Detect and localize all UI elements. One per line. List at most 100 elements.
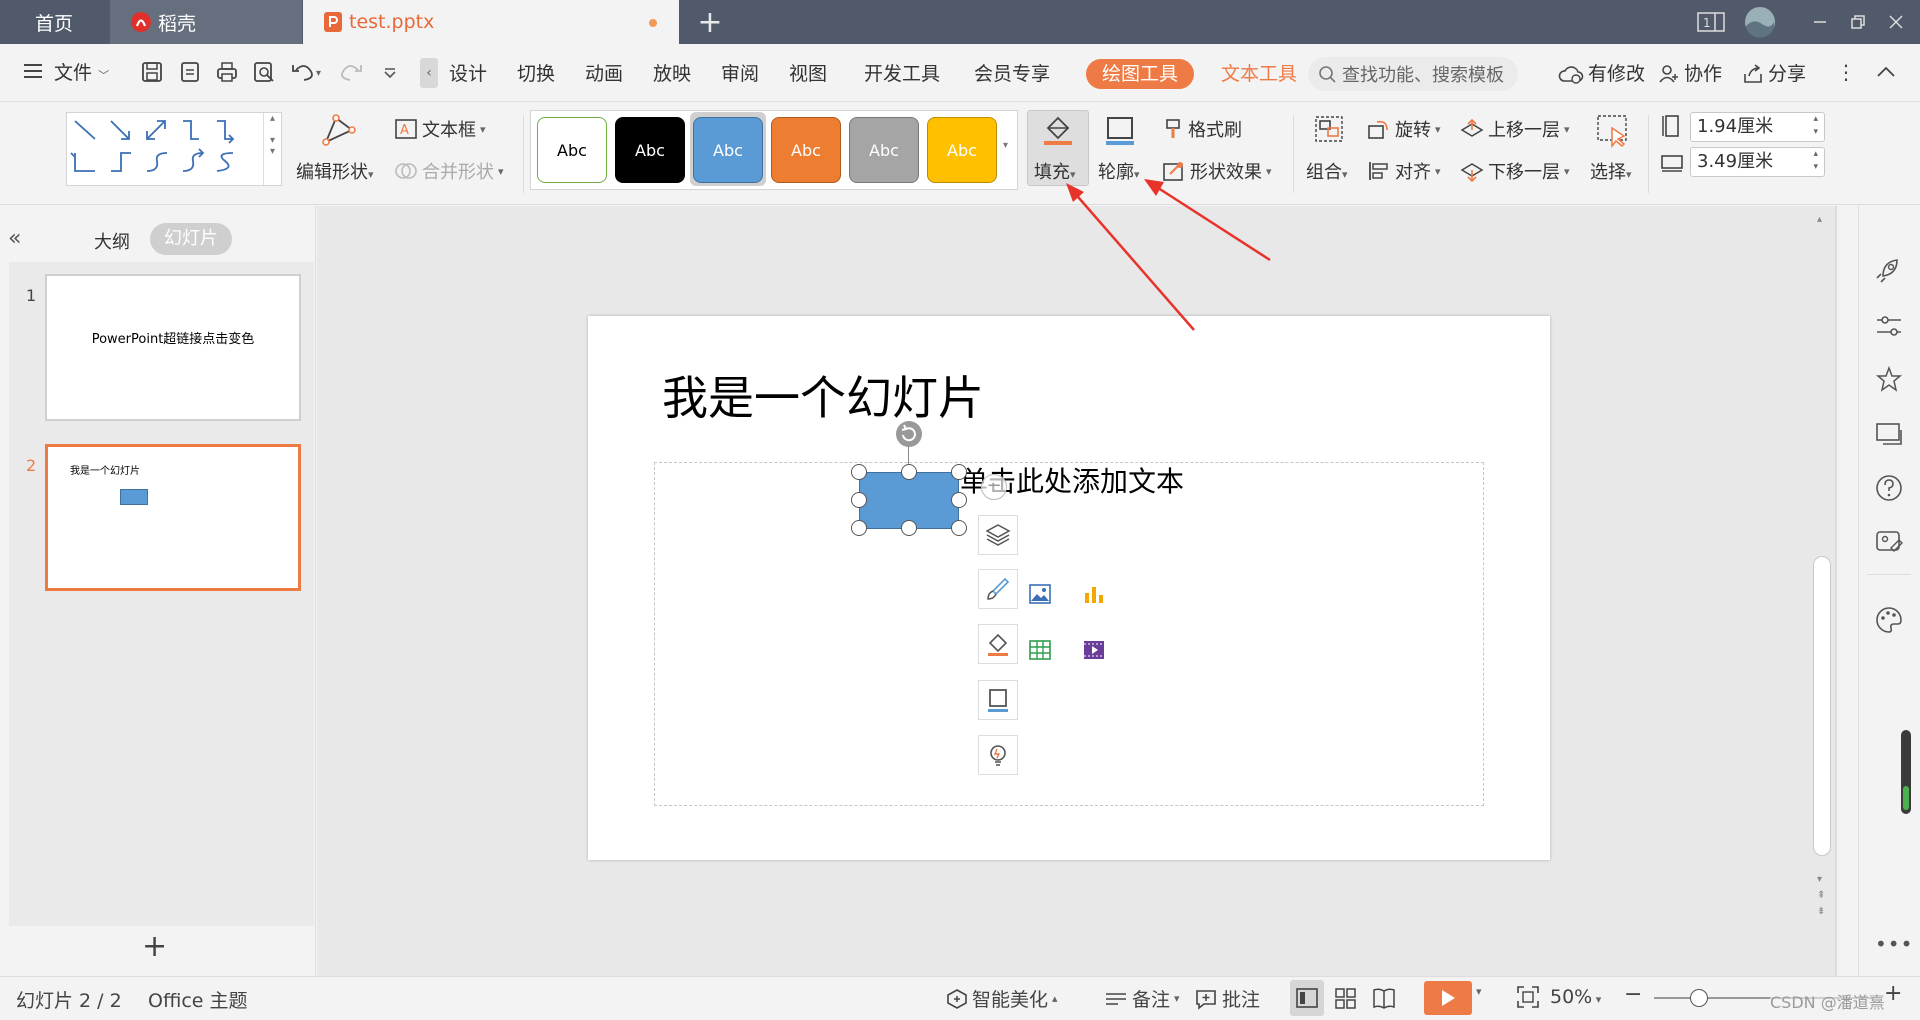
brush-style-icon[interactable] [978,569,1018,609]
scroll-nav-icons[interactable]: ▾ ⇞ ⇟ [1817,872,1825,920]
fit-window-icon[interactable] [1516,985,1540,1009]
style-orange[interactable]: Abc [771,117,841,183]
resize-handle[interactable] [951,492,967,508]
add-slide-button[interactable]: + [142,932,167,962]
vertical-scrollbar-thumb[interactable] [1813,556,1831,856]
undo-icon[interactable]: ▾ [290,60,324,84]
file-menu[interactable]: 文件 ﹀ [54,58,109,88]
resize-handle[interactable] [901,464,917,480]
resize-handle[interactable] [951,520,967,536]
bring-forward-button[interactable]: 上移一层 ▾ [1460,116,1570,142]
tab-home[interactable]: 首页 [0,0,108,44]
menu-developer[interactable]: 开发工具 [864,59,940,89]
star-icon[interactable] [1873,364,1905,396]
style-gallery-more[interactable]: ▾ [1003,140,1008,151]
help-icon[interactable] [1873,472,1905,504]
rotate-button[interactable]: 旋转 ▾ [1367,116,1441,142]
zoom-out-button[interactable]: − [1624,982,1642,1007]
restore-icon[interactable] [1838,0,1878,44]
play-options-icon[interactable]: ▾ [1476,985,1482,998]
lightbulb-icon[interactable] [978,735,1018,775]
format-painter-button[interactable]: 格式刷 [1162,116,1242,142]
zoom-level[interactable]: 50% ▾ [1550,986,1601,1008]
quick-fill-icon[interactable] [978,624,1018,664]
tab-outline[interactable]: 大纲 [94,228,130,254]
export-pdf-icon[interactable] [178,60,202,84]
save-icon[interactable] [140,60,164,84]
scroll-left-icon[interactable]: ‹ [420,58,438,88]
content-insert-icon[interactable]: − [981,474,1007,500]
menu-animation[interactable]: 动画 [585,59,623,89]
tab-drawing-tools[interactable]: 绘图工具 [1086,59,1194,89]
width-field[interactable]: 3.49厘米 ▴ ▾ [1690,147,1825,177]
send-backward-button[interactable]: 下移一层 ▾ [1460,158,1570,184]
align-button[interactable]: 对齐 ▾ [1367,158,1441,184]
content-placeholder[interactable] [654,462,1484,806]
edit-shape-icon[interactable] [318,112,358,148]
height-spinner-icon[interactable]: ▴ ▾ [1813,113,1818,139]
collab-button[interactable]: 协作 [1658,59,1722,89]
menu-view[interactable]: 视图 [789,59,827,89]
slide-title[interactable]: 我是一个幻灯片 [662,362,984,428]
more-menu-icon[interactable]: ⋮ [1836,60,1856,84]
hamburger-icon[interactable] [22,62,44,80]
layer-icon[interactable] [978,515,1018,555]
resize-handle[interactable] [851,492,867,508]
quick-outline-icon[interactable] [978,680,1018,720]
close-icon[interactable] [1876,0,1916,44]
style-black[interactable]: Abc [615,117,685,183]
play-slideshow-button[interactable] [1424,981,1472,1015]
print-preview-icon[interactable] [252,60,276,84]
menu-transition[interactable]: 切换 [517,59,555,89]
insert-video-icon[interactable] [1072,628,1116,672]
resize-handle[interactable] [951,464,967,480]
print-icon[interactable] [215,60,239,84]
new-tab-button[interactable]: + [688,0,732,44]
slide-switch-icon[interactable] [1873,418,1905,450]
resize-handle[interactable] [901,520,917,536]
style-white[interactable]: Abc [537,117,607,183]
avatar[interactable] [1740,0,1780,44]
slide-thumbnail-2[interactable]: 我是一个幻灯片 [45,444,301,591]
slide-thumbnail-1[interactable]: PowerPoint超链接点击变色 [45,274,301,421]
zoom-in-button[interactable]: + [1884,981,1902,1006]
tab-daoke[interactable]: 稻壳 [110,0,302,44]
shape-gallery[interactable]: ▴ ▾ ▾ [66,112,282,186]
rocket-icon[interactable] [1873,254,1905,286]
modified-status[interactable]: 有修改 [1558,59,1645,89]
slide-sorter-icon[interactable] [1334,987,1358,1009]
image-edit-icon[interactable] [1873,526,1905,558]
style-gray[interactable]: Abc [849,117,919,183]
scroll-up-icon[interactable]: ▴ [1817,214,1822,225]
comments-button[interactable]: 批注 [1194,985,1260,1012]
palette-icon[interactable] [1873,604,1905,636]
slide-canvas[interactable]: 我是一个幻灯片 单击此处添加文本 − [588,316,1550,860]
tab-slides[interactable]: 幻灯片 [150,223,232,255]
style-blue[interactable]: Abc [693,117,763,183]
resize-handle[interactable] [851,520,867,536]
search-input[interactable]: 查找功能、搜索模板 [1308,57,1518,91]
fill-icon[interactable] [1042,114,1074,146]
normal-view-icon[interactable] [1295,987,1319,1009]
height-field[interactable]: 1.94厘米 ▴ ▾ [1690,112,1825,142]
width-spinner-icon[interactable]: ▴ ▾ [1813,148,1818,174]
tab-text-tools[interactable]: 文本工具 [1221,59,1297,89]
group-button[interactable]: 组合▾ [1306,158,1348,184]
select-button[interactable]: 选择▾ [1590,158,1632,184]
menu-review[interactable]: 审阅 [721,59,759,89]
menu-slideshow[interactable]: 放映 [653,59,691,89]
reading-view-icon[interactable] [1372,987,1396,1009]
resize-handle[interactable] [851,464,867,480]
collapse-ribbon-icon[interactable] [1876,64,1896,78]
collapse-pane-icon[interactable]: « [8,226,21,251]
menu-design[interactable]: 设计 [449,59,487,89]
select-icon[interactable] [1596,114,1630,148]
insert-table-icon[interactable] [1018,628,1062,672]
menu-member[interactable]: 会员专享 [974,59,1050,89]
minimize-icon[interactable] [1800,0,1840,44]
outline-icon[interactable] [1104,114,1136,146]
theme-name[interactable]: Office 主题 [148,986,248,1013]
adjust-icon[interactable] [1873,310,1905,342]
gallery-scroll[interactable]: ▴ ▾ ▾ [263,113,281,185]
edit-shape-button[interactable]: 编辑形状▾ [296,158,374,184]
